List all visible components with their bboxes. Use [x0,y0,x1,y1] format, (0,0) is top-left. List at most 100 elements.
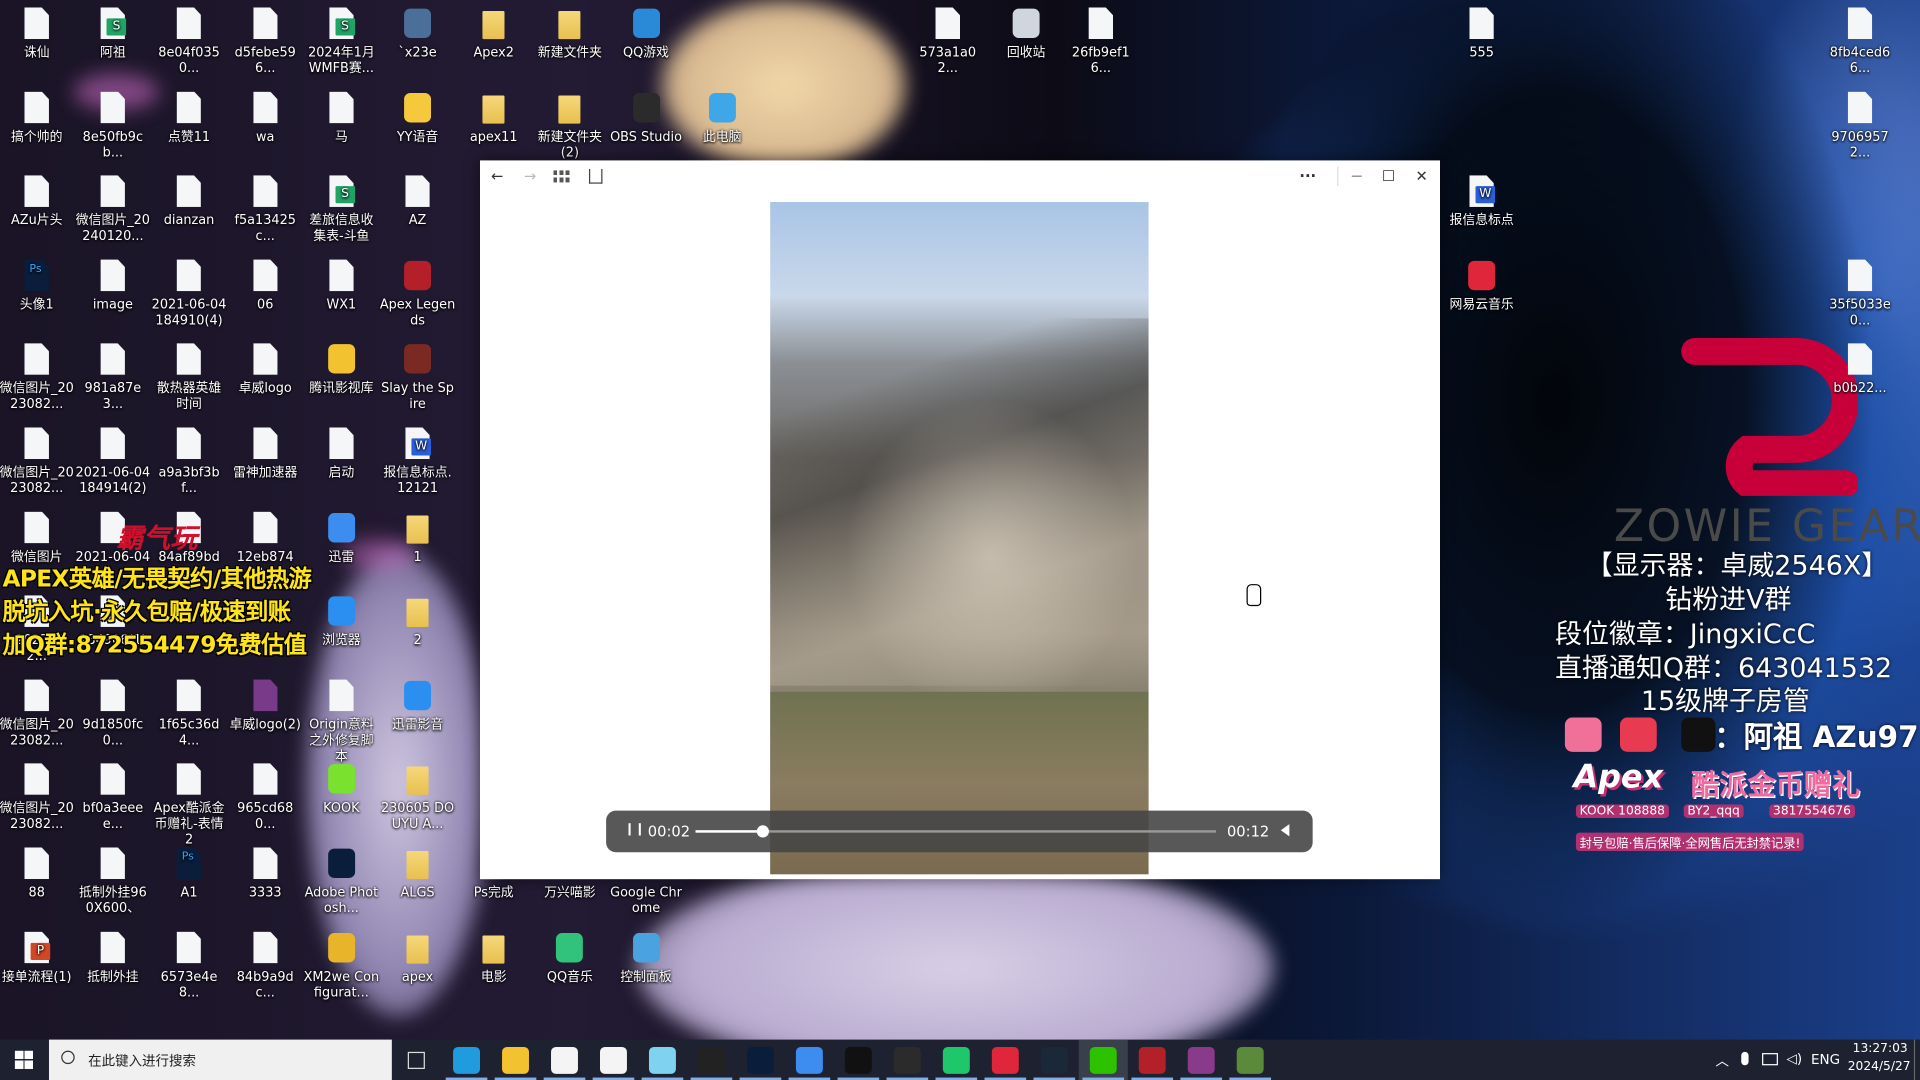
desktop-icon[interactable]: 马 [303,91,379,145]
clock-date[interactable]: 2024/5/27 [1848,1060,1911,1073]
taskbar-app-oopz[interactable] [844,1046,872,1074]
desktop-icon[interactable]: Ps 头像1 [0,259,75,313]
desktop-icon[interactable]: S 2024年1月WMFB赛... [303,7,379,77]
desktop-icon[interactable]: b0b22... [1822,343,1898,397]
desktop-icon[interactable]: 8fb4ced66... [1822,7,1898,77]
desktop-icon[interactable]: 电影 [456,931,532,985]
desktop-icon[interactable]: 回收站 [988,7,1064,61]
desktop-icon[interactable]: 555 [1444,7,1520,61]
taskbar-app-xunlei[interactable] [795,1046,823,1074]
desktop-icon[interactable]: AZu片头 [0,175,75,229]
desktop-icon[interactable]: 230605 DOUYU A... [380,763,456,833]
desktop-icon[interactable]: 8e50fb9cb... [75,91,151,161]
desktop-icon[interactable]: apex11 [456,91,532,145]
desktop-icon[interactable]: Apex2 [456,7,532,61]
desktop-icon[interactable]: 搞个帅的 [0,91,75,145]
desktop-icon[interactable]: QQ音乐 [532,931,608,985]
desktop-icon[interactable]: Slay the Spire [380,343,456,413]
desktop-icon[interactable]: apex [380,931,456,985]
desktop-icon[interactable]: Origin意料之外修复脚本 [303,679,379,765]
desktop-icon[interactable]: 迅雷影音 [380,679,456,733]
taskbar-app-wechat[interactable] [1089,1046,1117,1074]
desktop-icon[interactable]: Apex Legends [380,259,456,329]
task-view-button[interactable] [407,1051,425,1069]
taskbar-app-bilibili-live[interactable] [648,1046,676,1074]
desktop-icon[interactable]: W 报信息标点.12121 [380,427,456,497]
tray-overflow-icon[interactable]: ︿ [1716,1051,1729,1071]
taskbar-app-netease-music[interactable] [991,1046,1019,1074]
desktop-icon[interactable]: P 接单流程(1) [0,931,75,985]
desktop-icon[interactable]: 1f65c36d4... [151,679,227,749]
desktop-icon[interactable]: dianzan [151,175,227,229]
desktop-icon[interactable]: ALGS [380,847,456,901]
desktop-icon[interactable]: 965cd680... [227,763,303,833]
desktop-icon[interactable]: 981a87e3... [75,343,151,413]
pause-button[interactable]: ❙❙ [624,823,645,836]
forward-button[interactable]: → [520,167,540,187]
desktop-icon[interactable]: 点赞11 [151,91,227,145]
desktop-icon[interactable]: Apex酷派金币赠礼-表情2 [151,763,227,849]
desktop-icon[interactable]: 雷神加速器 [227,427,303,481]
desktop-icon[interactable]: 微信图片_2023082... [0,679,75,749]
desktop-icon[interactable]: f5a13425c... [227,175,303,245]
desktop-icon[interactable]: 微信图片_2023082... [0,427,75,497]
desktop-icon[interactable]: 微信图片_2023082... [0,343,75,413]
desktop-icon[interactable]: 88 [0,847,75,901]
maximize-button[interactable]: ☐ [1378,167,1400,187]
desktop-icon[interactable]: WX1 [303,259,379,313]
desktop-icon[interactable]: KOOK [303,763,379,817]
desktop-icon[interactable]: 97069572... [1822,91,1898,161]
desktop-icon[interactable]: 启动 [303,427,379,481]
desktop-icon[interactable]: YY语音 [380,91,456,145]
taskbar-app-game-app[interactable] [1236,1046,1264,1074]
desktop-icon[interactable]: 散热器英雄时间 [151,343,227,413]
taskbar-app-steam[interactable] [1040,1046,1068,1074]
volume-button[interactable] [1280,824,1290,837]
taskbar-app-microsoft-store[interactable] [551,1046,578,1074]
gallery-button[interactable] [552,167,572,187]
desktop-icon[interactable]: 微信图片 [0,511,75,565]
desktop-icon[interactable]: 腾讯影视库 [303,343,379,397]
desktop-icon[interactable]: 微信图片_2023082... [0,763,75,833]
desktop-icon[interactable]: 9d1850fc0... [75,679,151,749]
desktop-icon[interactable]: d5febe596... [227,7,303,77]
clock-time[interactable]: 13:27:03 [1853,1042,1908,1055]
desktop-icon[interactable]: 1 [380,511,456,565]
desktop-icon[interactable]: W 报信息标点 [1444,175,1520,229]
desktop-icon[interactable]: 抵制外挂960X600、 [75,847,151,917]
desktop-icon[interactable]: 迅雷 [303,511,379,565]
desktop-icon[interactable]: S 阿祖 [75,7,151,61]
desktop-icon[interactable]: QQ游戏 [608,7,684,61]
microphone-icon[interactable] [1741,1051,1749,1066]
taskbar-app-tiktok[interactable] [697,1046,725,1074]
more-options-button[interactable]: ··· [1293,167,1322,187]
taskbar-app-edge[interactable] [453,1046,481,1074]
desktop-icon[interactable]: 06 [227,259,303,313]
show-desktop-button[interactable] [1913,1039,1916,1080]
desktop-icon[interactable]: 诛仙 [0,7,75,61]
taskbar-app-file-explorer[interactable] [502,1046,529,1074]
desktop-icon[interactable]: 3333 [227,847,303,901]
desktop-icon[interactable]: 新建文件夹 (2) [532,91,608,161]
desktop-icon[interactable]: 6573e4e8... [151,931,227,1001]
taskbar-app-apex-legends[interactable] [1138,1046,1166,1074]
network-icon[interactable] [1762,1053,1778,1066]
desktop-icon[interactable]: 此电脑 [684,91,760,145]
search-input[interactable]: 在此键入进行搜索 [88,1051,196,1071]
desktop-icon[interactable]: OBS Studio [608,91,684,145]
desktop-icon[interactable]: 2021-06-04 184910(4) [151,259,227,329]
start-button[interactable] [14,1050,34,1069]
seek-bar[interactable] [695,825,1216,838]
desktop-icon[interactable]: image [75,259,151,313]
taskbar-app-obs-studio[interactable] [893,1046,921,1074]
desktop-icon[interactable]: a9a3bf3bf... [151,427,227,497]
desktop-icon[interactable]: 2021-06-04 184914(2) [75,427,151,497]
desktop-icon[interactable]: 浏览器 [303,595,379,649]
minimize-button[interactable]: — [1346,167,1368,187]
desktop-icon[interactable]: wa [227,91,303,145]
desktop-icon[interactable]: XM2we Configurat... [303,931,379,1001]
desktop-icon[interactable]: 573a1a02... [910,7,986,77]
video-frame[interactable] [770,202,1149,875]
search-box[interactable]: 在此键入进行搜索 [48,1039,392,1080]
close-button[interactable]: ✕ [1411,167,1433,187]
